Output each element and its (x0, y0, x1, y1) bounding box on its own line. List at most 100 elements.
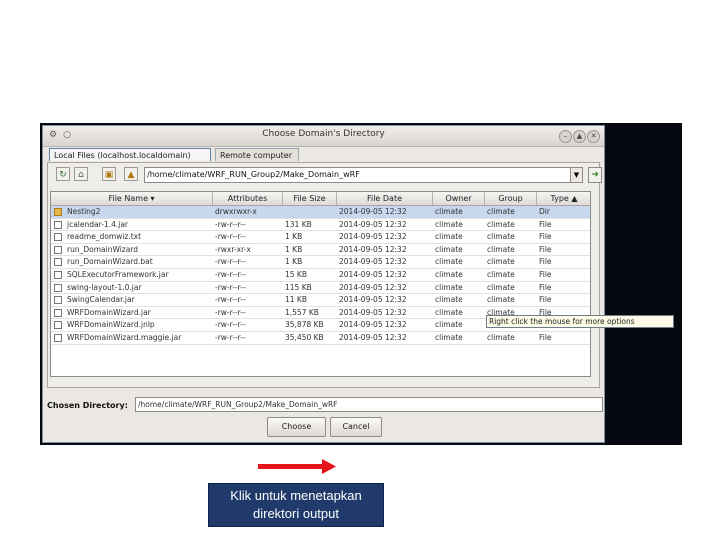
maximize-icon[interactable]: ▲ (573, 130, 586, 143)
cell-name: readme_domwiz.txt (67, 232, 142, 242)
path-input[interactable]: /home/climate/WRF_RUN_Group2/Make_Domain… (144, 167, 582, 183)
cell-owner: climate (435, 333, 463, 342)
file-icon (54, 308, 62, 317)
cell-group: climate (487, 295, 515, 305)
table-row[interactable]: WRFDomainWizard.maggie.jar -rw-r--r-- 35,4… (51, 332, 590, 345)
cell-date: 2014-09-05 12:32 (339, 207, 407, 216)
cell-date: 2014-09-05 12:32 (339, 244, 407, 254)
cell-type: File (539, 219, 552, 229)
table-row[interactable]: run_DomainWizard -rwxr-xr-x 1 KB 2014-09-05… (51, 244, 590, 257)
column-header-name[interactable]: File Name ▾ (51, 192, 213, 205)
new-folder-icon[interactable]: ▣ (102, 167, 116, 181)
dialog-title: Choose Domain's Directory (262, 129, 385, 139)
file-icon (54, 296, 62, 305)
cell-group: climate (487, 232, 515, 242)
file-table: File Name ▾ Attributes File Size File Da… (50, 191, 591, 377)
refresh-icon[interactable]: ↻ (56, 167, 70, 181)
table-row[interactable]: SwingCalendar.jar -rw-r--r-- 11 KB 2014-09-… (51, 294, 590, 307)
title-bar[interactable]: ⚙ ○ Choose Domain's Directory – ▲ ✕ (43, 126, 604, 147)
table-row[interactable]: run_DomainWizard.bat -rw-r--r-- 1 KB 2014-0… (51, 256, 590, 269)
chevron-down-icon[interactable]: ▼ (570, 167, 583, 183)
cell-owner: climate (435, 257, 463, 267)
cell-attrs: -rw-r--r-- (215, 257, 246, 267)
folder-up-icon[interactable]: ▲ (124, 167, 138, 181)
home-icon[interactable]: ⌂ (74, 167, 88, 181)
cell-owner: climate (435, 244, 463, 254)
cell-size: 1 KB (285, 257, 303, 267)
tab-remote-computer[interactable]: Remote computer (215, 148, 299, 161)
cell-size: 131 KB (285, 219, 312, 229)
cell-group: climate (487, 257, 515, 267)
cell-size: 11 KB (285, 295, 307, 305)
cell-owner: climate (435, 207, 463, 216)
file-icon (54, 245, 62, 254)
file-browser-panel: ↻ ⌂ ▣ ▲ /home/climate/WRF_RUN_Group2/Mak… (47, 162, 602, 388)
cell-name: run_DomainWizard (67, 244, 139, 254)
column-header-group[interactable]: Group (485, 192, 537, 205)
cell-date: 2014-09-05 12:32 (339, 295, 407, 305)
cell-type: Dir (539, 207, 550, 216)
annotation-caption: Klik untuk menetapkan direktori output (208, 483, 384, 527)
cell-type: File (539, 244, 552, 254)
cell-attrs: -rw-r--r-- (215, 333, 246, 342)
cell-group: climate (487, 207, 515, 216)
cancel-button[interactable]: Cancel (330, 417, 382, 437)
table-row[interactable]: swing-layout-1.0.jar -rw-r--r-- 115 KB 2014… (51, 282, 590, 295)
cell-date: 2014-09-05 12:32 (339, 257, 407, 267)
go-icon[interactable]: ➜ (588, 167, 602, 183)
table-row[interactable]: readme_domwiz.txt -rw-r--r-- 1 KB 2014-09-0… (51, 231, 590, 244)
column-header-attributes[interactable]: Attributes (213, 192, 283, 205)
cell-attrs: -rw-r--r-- (215, 232, 246, 242)
cell-owner: climate (435, 270, 463, 279)
file-icon (54, 220, 62, 229)
cell-date: 2014-09-05 12:32 (339, 219, 407, 229)
cell-size (283, 206, 337, 218)
cell-owner: climate (435, 282, 463, 292)
cell-group: climate (487, 244, 515, 254)
close-icon[interactable]: ✕ (587, 130, 600, 143)
cell-group: climate (487, 282, 515, 292)
cell-type: File (539, 257, 552, 267)
table-row[interactable]: jcalendar-1.4.jar -rw-r--r-- 131 KB 2014-09… (51, 219, 590, 232)
arrow-shaft (258, 464, 322, 469)
cell-owner: climate (435, 232, 463, 242)
cell-size: 35,878 KB (285, 320, 324, 330)
tab-local-files[interactable]: Local Files (localhost.localdomain) (49, 148, 211, 161)
table-row[interactable]: Nesting2 drwxrwxr-x 2014-09-05 12:32 climat… (51, 206, 590, 219)
file-icon (54, 258, 62, 267)
cell-name: SQLExecutorFramework.jar (67, 270, 169, 279)
cell-date: 2014-09-05 12:32 (339, 282, 407, 292)
cell-type: File (539, 333, 552, 342)
cell-date: 2014-09-05 12:32 (339, 320, 407, 330)
cell-attrs: -rwxr-xr-x (215, 244, 251, 254)
choose-button[interactable]: Choose (267, 417, 326, 437)
column-header-size[interactable]: File Size (283, 192, 337, 205)
column-header-date[interactable]: File Date (337, 192, 433, 205)
table-row[interactable]: SQLExecutorFramework.jar -rw-r--r-- 15 KB 2… (51, 269, 590, 282)
file-icon (54, 271, 62, 279)
cell-type: File (539, 295, 552, 305)
cell-name: WRFDomainWizard.jar (67, 307, 151, 317)
cell-attrs: -rw-r--r-- (215, 282, 246, 292)
column-header-owner[interactable]: Owner (433, 192, 485, 205)
cell-name: run_DomainWizard.bat (67, 257, 153, 267)
cell-date: 2014-09-05 12:32 (339, 333, 407, 342)
cell-name: WRFDomainWizard.maggie.jar (67, 333, 182, 342)
cell-type: File (539, 270, 552, 279)
column-header-type[interactable]: Type ▲ (537, 192, 590, 205)
cell-size: 1 KB (285, 232, 303, 242)
cell-size: 1,557 KB (285, 307, 319, 317)
chosen-directory-label: Chosen Directory: (47, 401, 128, 410)
cell-owner: climate (435, 295, 463, 305)
cell-owner: climate (435, 320, 463, 330)
cell-size: 15 KB (285, 270, 307, 279)
file-icon (54, 283, 62, 292)
cell-attrs: drwxrwxr-x (215, 207, 257, 216)
cell-date: 2014-09-05 12:32 (339, 232, 407, 242)
cell-attrs: -rw-r--r-- (215, 270, 246, 279)
chosen-directory-input[interactable]: /home/climate/WRF_RUN_Group2/Make_Domain… (135, 397, 603, 412)
minimize-icon[interactable]: – (559, 130, 572, 143)
cell-date: 2014-09-05 12:32 (339, 307, 407, 317)
cell-owner: climate (435, 307, 463, 317)
cell-name: SwingCalendar.jar (67, 295, 135, 305)
